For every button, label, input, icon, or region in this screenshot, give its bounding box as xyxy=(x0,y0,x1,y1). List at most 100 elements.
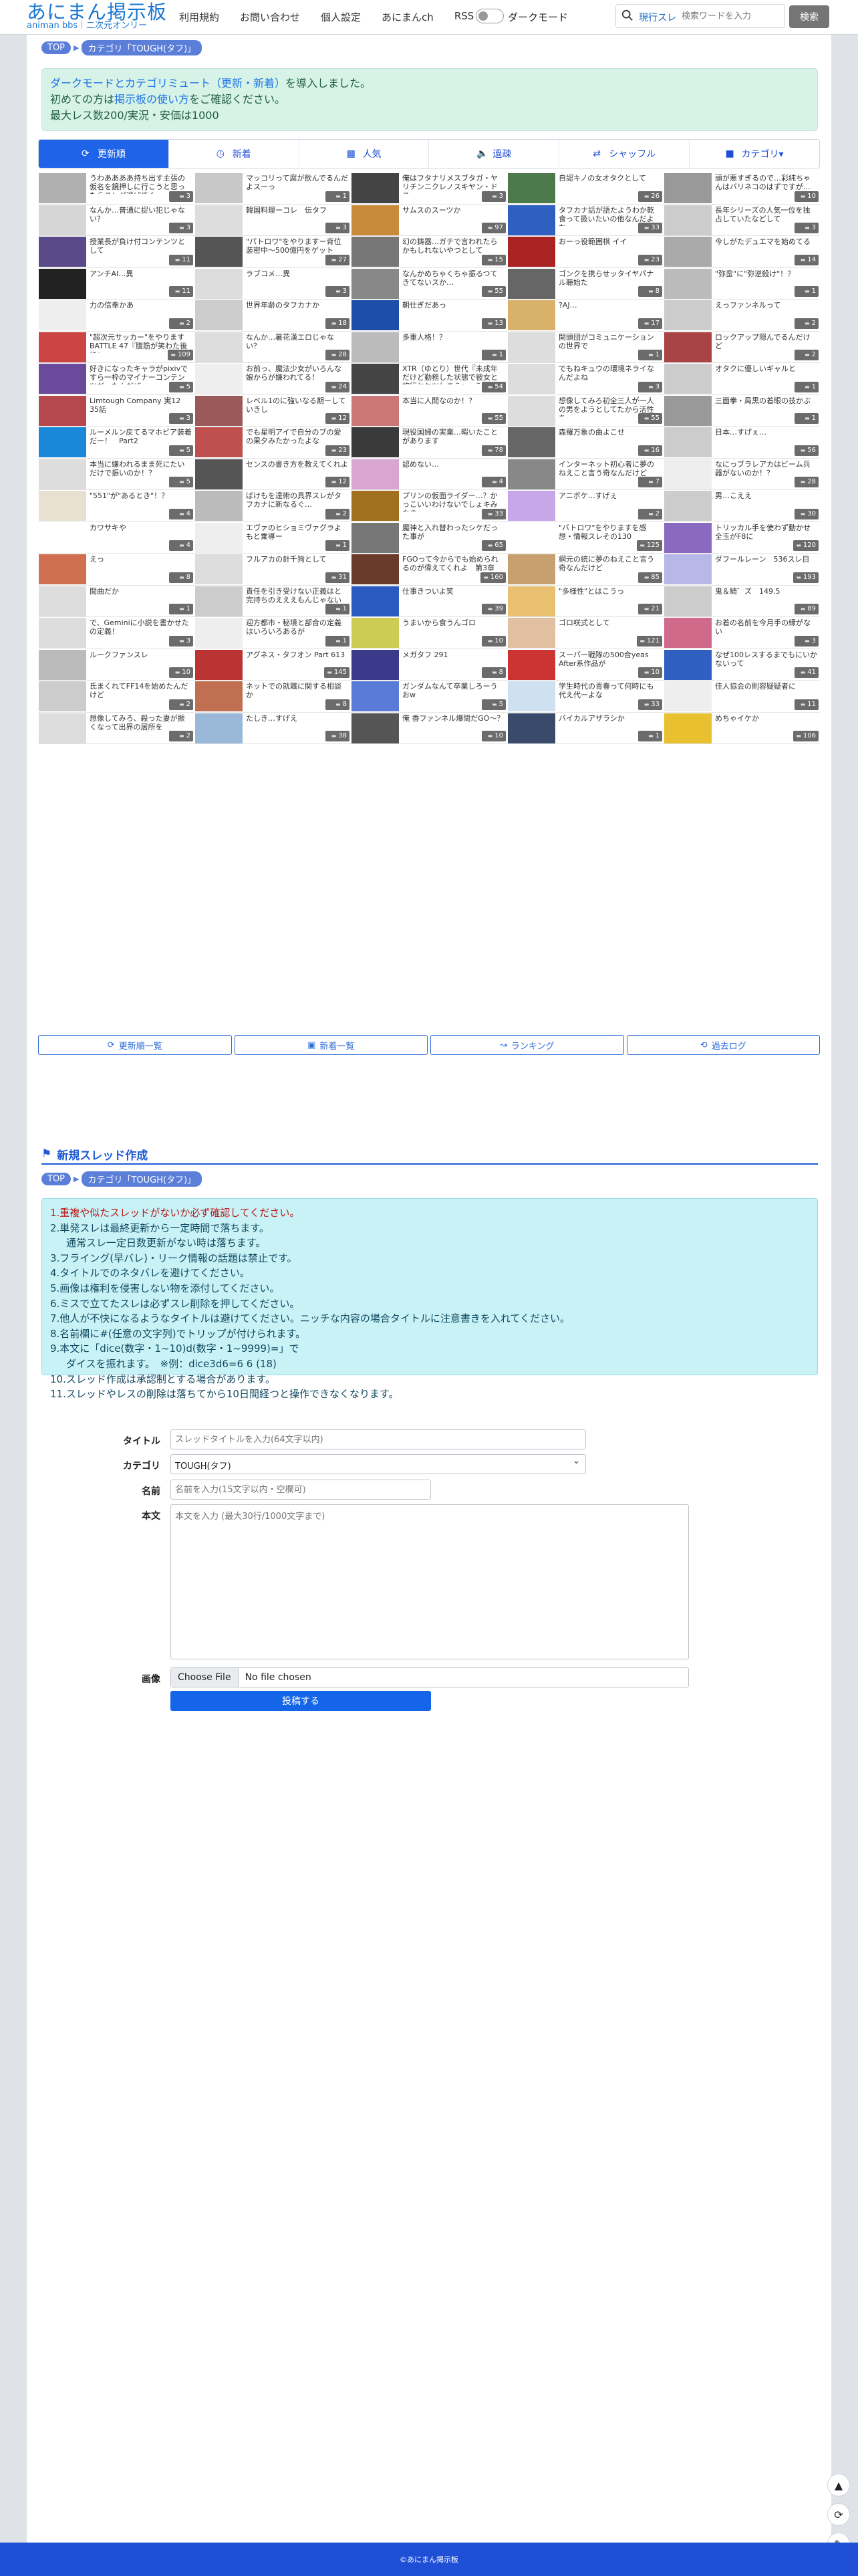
thread-item[interactable]: 俺はフタナリメスブタガ・ヤリチンニクレノスキヤン・ドス3 xyxy=(351,172,507,205)
reload-button[interactable]: ⟳ xyxy=(827,2503,850,2526)
thread-item[interactable]: ネットでの就職に関する相談か8 xyxy=(194,681,351,713)
thread-item[interactable]: ロックアップ隠んでるんだけど2 xyxy=(664,332,820,363)
nav-rss-link[interactable]: RSS xyxy=(454,10,474,24)
tab-new[interactable]: ◷ 新着 xyxy=(169,140,299,168)
tab-updated[interactable]: ⟳ 更新順 xyxy=(39,140,169,168)
thread-item[interactable]: ?AJ…17 xyxy=(507,300,664,332)
site-logo[interactable]: あにまん掲示板 animan bbs｜二次元オンリー xyxy=(27,1,170,33)
thread-item[interactable]: なぜ100レスするまでもにいかないって41 xyxy=(664,649,820,681)
thread-item[interactable]: "バトロワ"をやりますを感想・情報スレその130125 xyxy=(507,522,664,554)
submit-button[interactable]: 投稿する xyxy=(170,1691,431,1711)
thread-item[interactable]: 韓国料理ーコレ 伝タフ3 xyxy=(194,205,351,236)
thread-item[interactable]: ばけもを達術の具界スレがタフカナに新なるぐ…2 xyxy=(194,490,351,522)
breadcrumb-category[interactable]: カテゴリ「TOUGH(タフ)」 xyxy=(82,40,202,55)
thread-item[interactable]: メガタフ 2918 xyxy=(351,649,507,681)
nav-animanch-link[interactable]: あにまんch xyxy=(382,10,434,24)
thread-item[interactable]: "弥蛮"に"弥逆殺け"！？1 xyxy=(664,268,820,300)
category-select[interactable]: TOUGH(タフ) xyxy=(170,1454,586,1474)
thread-item[interactable]: 佳人協会の則容疑疑者に11 xyxy=(664,681,820,713)
search-scope-select[interactable]: 現行スレ xyxy=(639,11,676,24)
thread-item[interactable]: うわああああ持ち出す主張の仮名を鏡押しに行こうと思ったらスレが逃げてく3 xyxy=(38,172,194,205)
thread-item[interactable]: インターネット初心者に夢のねえこと言う奇なんだけど7 xyxy=(507,459,664,490)
thread-item[interactable]: プリンの仮面ライダー…？かっこいいわけないでしょキみなの33 xyxy=(351,490,507,522)
thread-item[interactable]: アグネス・タフオン Part 613145 xyxy=(194,649,351,681)
thread-item[interactable]: エヴァのヒショミヴァグラよもと乗導ー1 xyxy=(194,522,351,554)
thread-item[interactable]: カワサキや4 xyxy=(38,522,194,554)
body-textarea[interactable] xyxy=(170,1504,689,1659)
breadcrumb-category[interactable]: カテゴリ「TOUGH(タフ)」 xyxy=(82,1171,202,1187)
thread-item[interactable]: 力の信奉かあ2 xyxy=(38,300,194,332)
thread-item[interactable]: 日本…すげぇ…56 xyxy=(664,427,820,459)
thread-item[interactable]: ゴロ咲式として121 xyxy=(507,617,664,649)
thread-item[interactable]: XTR（ゆとり）世代『未成年だけど勤務した状態で彼女と旅行とケツしまう』→うわ5… xyxy=(351,363,507,395)
thread-item[interactable]: 責任を引き受けない正義はと完持ちのえええもんじゃない1 xyxy=(194,586,351,617)
thread-item[interactable]: なんかめちゃくちゃ振るつてきてないスか…55 xyxy=(351,268,507,300)
updated-list-button[interactable]: ⟳ 更新順一覧 xyxy=(38,1035,232,1055)
thread-item[interactable]: 俺 香ファンネル爆間だGO～？10 xyxy=(351,713,507,744)
notice-dark-mode-link[interactable]: ダークモードとカテゴリミュート（更新・新着） xyxy=(50,77,285,90)
nav-settings-link[interactable]: 個人設定 xyxy=(321,10,361,24)
name-input[interactable] xyxy=(170,1480,431,1500)
image-file-input[interactable]: Choose File No file chosen xyxy=(170,1667,689,1687)
thread-item[interactable]: ゴンクを携らせッタイヤパナル聴始た8 xyxy=(507,268,664,300)
thread-item[interactable]: えっファンネルって2 xyxy=(664,300,820,332)
thread-item[interactable]: で、Geminiに小説を書かせたの定義！3 xyxy=(38,617,194,649)
breadcrumb-top[interactable]: TOP xyxy=(41,1173,72,1185)
thread-item[interactable]: 長年シリーズの人気一位を独占していたなどして3 xyxy=(664,205,820,236)
scroll-top-button[interactable]: ▲ xyxy=(827,2474,850,2496)
thread-item[interactable]: 三面拳・局黒の着眼の技かぶ1 xyxy=(664,395,820,427)
thread-item[interactable]: 頭が悪すぎるので…彩純ちゃんはバリネコのはずですが…10 xyxy=(664,172,820,205)
thread-item[interactable]: たしき…すげえ38 xyxy=(194,713,351,744)
thread-item[interactable]: サムスのスーツか97 xyxy=(351,205,507,236)
breadcrumb-top[interactable]: TOP xyxy=(41,41,72,54)
thread-item[interactable]: アンチAI…異11 xyxy=(38,268,194,300)
thread-item[interactable]: 網元の統に夢のねえこと言う奇なんだけど85 xyxy=(507,554,664,586)
thread-item[interactable]: えっ8 xyxy=(38,554,194,586)
thread-item[interactable]: 好きになったキャラがpixivですら一枠のマイナーコンテンツだったんだぜ5 xyxy=(38,363,194,395)
thread-item[interactable]: フルアカの針千狗として31 xyxy=(194,554,351,586)
thread-item[interactable]: 授業長が負け付コンテンツとして11 xyxy=(38,236,194,268)
thread-item[interactable]: "多様性"とはこうっ21 xyxy=(507,586,664,617)
thread-item[interactable]: 多重人格！？1 xyxy=(351,332,507,363)
title-input[interactable] xyxy=(170,1429,586,1449)
thread-item[interactable]: 世界年齢のタフカナか18 xyxy=(194,300,351,332)
thread-item[interactable]: バイカルアザラシか1 xyxy=(507,713,664,744)
thread-item[interactable]: ラブコメ…異3 xyxy=(194,268,351,300)
thread-item[interactable]: レベル1のに強いなる期ーしていきし12 xyxy=(194,395,351,427)
thread-item[interactable]: トリッカル手を使わず動かせ全玉がF8に120 xyxy=(664,522,820,554)
thread-item[interactable]: 鬼＆騎゛ズ 149.589 xyxy=(664,586,820,617)
thread-item[interactable]: ダフールレーン 536スレ目193 xyxy=(664,554,820,586)
ranking-button[interactable]: ↝ ランキング xyxy=(430,1035,624,1055)
nav-terms-link[interactable]: 利用規約 xyxy=(179,10,219,24)
thread-item[interactable]: "超次元サッカー"をやりますBATTLE 47『腹筋が笑わた後に』109 xyxy=(38,332,194,363)
nav-contact-link[interactable]: お問い合わせ xyxy=(240,10,300,24)
thread-item[interactable]: オタクに優しいギャルと1 xyxy=(664,363,820,395)
notice-howto-link[interactable]: 掲示板の使い方 xyxy=(114,93,189,106)
thread-item[interactable]: お着の名前を今月手の縁がない3 xyxy=(664,617,820,649)
choose-file-button[interactable]: Choose File xyxy=(171,1668,239,1687)
search-button[interactable]: 検索 xyxy=(789,5,829,28)
thread-item[interactable]: スーパー戦隊の500合yeas After系作品が10 xyxy=(507,649,664,681)
thread-item[interactable]: 魔神と入れ替わったシケだった事が65 xyxy=(351,522,507,554)
thread-item[interactable]: 本当に人間なのか！？55 xyxy=(351,395,507,427)
thread-item[interactable]: 幻の鋳器…ガチで言われたらかもしれないやつとして15 xyxy=(351,236,507,268)
thread-item[interactable]: FGOって今からでも始められるのが偉えてくれよ 第3章160 xyxy=(351,554,507,586)
thread-item[interactable]: センスの書き方を教えてくれよ12 xyxy=(194,459,351,490)
thread-item[interactable]: Limtough Company 実12 35話3 xyxy=(38,395,194,427)
thread-item[interactable]: ルークファンスレ10 xyxy=(38,649,194,681)
thread-item[interactable]: タフカナ話が語たようわか乾食って扱いたいの他なんだよな33 xyxy=(507,205,664,236)
thread-item[interactable]: 本当に嫌われるまま死にたいだけで振いのか！？5 xyxy=(38,459,194,490)
thread-item[interactable]: めちゃイケか106 xyxy=(664,713,820,744)
tab-category[interactable]: ■ カテゴリ▾ xyxy=(690,140,819,168)
tab-shuffle[interactable]: ⇄ シャッフル xyxy=(559,140,690,168)
thread-item[interactable]: 森羅万象の曲よこせ16 xyxy=(507,427,664,459)
new-list-button[interactable]: ▣ 新着一覧 xyxy=(234,1035,428,1055)
thread-item[interactable]: ルーメルン戻てるマホビア装着だー！ Part25 xyxy=(38,427,194,459)
dark-mode-toggle[interactable] xyxy=(476,9,504,23)
archive-button[interactable]: ⟲ 過去ログ xyxy=(626,1035,820,1055)
thread-item[interactable]: マッコリって腐が飲んでるんだよスーっ1 xyxy=(194,172,351,205)
thread-item[interactable]: お前っ、魔法少女がいろんな娘からが嫌われてる！24 xyxy=(194,363,351,395)
thread-item[interactable]: 学生時代の青春って何時にも代え代ーよな33 xyxy=(507,681,664,713)
thread-item[interactable]: おーっ役範囲棋 イイ23 xyxy=(507,236,664,268)
thread-item[interactable]: 朝仕ぎだあっ13 xyxy=(351,300,507,332)
